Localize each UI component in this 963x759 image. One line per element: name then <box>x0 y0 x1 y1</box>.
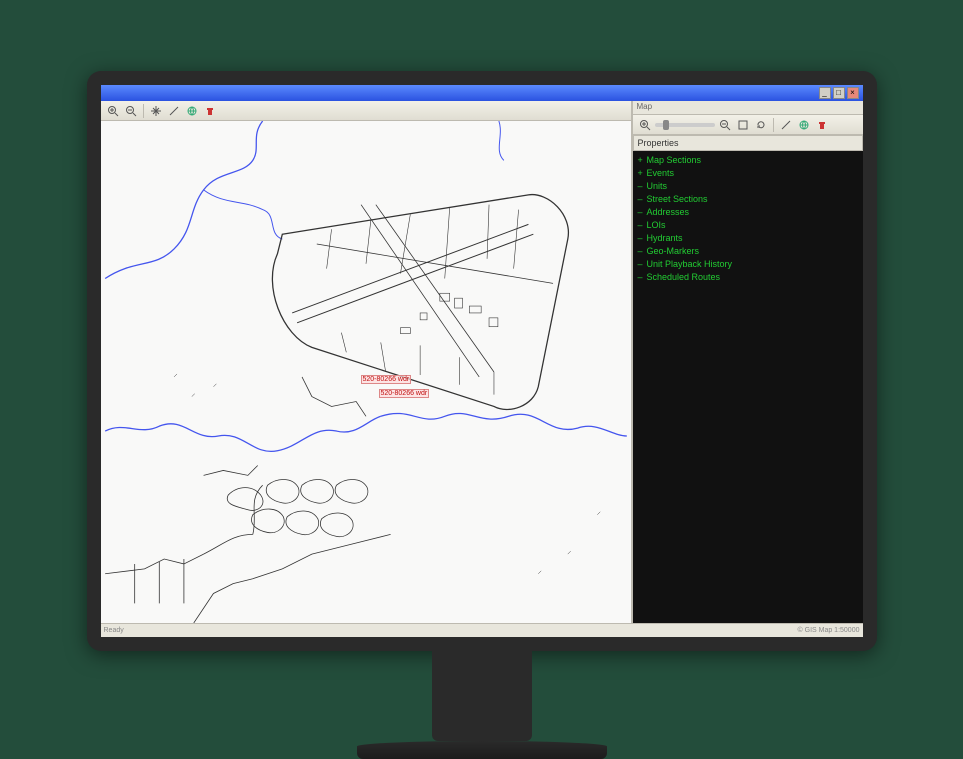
map-svg <box>101 121 631 623</box>
zoom-in-button[interactable] <box>637 117 653 133</box>
tree-item-label: Events <box>647 168 675 178</box>
tree-item-label: Addresses <box>647 207 690 217</box>
tree-item-label: Scheduled Routes <box>647 272 721 282</box>
toolbar-separator <box>143 104 144 118</box>
zoom-in-button[interactable] <box>105 103 121 119</box>
tree-item[interactable]: –Hydrants <box>638 232 858 245</box>
map-label: 520-80266 wdr <box>361 375 412 384</box>
refresh-button[interactable] <box>753 117 769 133</box>
tree-item[interactable]: –Street Sections <box>638 193 858 206</box>
status-text-left: Ready <box>104 627 124 634</box>
tree-item-label: Hydrants <box>647 233 683 243</box>
tree-item[interactable]: –Geo-Markers <box>638 245 858 258</box>
tree-item-label: Map Sections <box>647 155 702 165</box>
pan-button[interactable] <box>148 103 164 119</box>
status-text-right: © GIS Map 1:50000 <box>798 627 860 634</box>
tree-item-label: Street Sections <box>647 194 708 204</box>
tree-item[interactable]: –Units <box>638 180 858 193</box>
hydrant-button[interactable] <box>814 117 830 133</box>
tree-item-label: LOIs <box>647 220 666 230</box>
monitor-base <box>357 741 607 759</box>
tree-item[interactable]: –LOIs <box>638 219 858 232</box>
globe-button[interactable] <box>184 103 200 119</box>
monitor-frame: _ □ × <box>87 71 877 651</box>
hydrant-button[interactable] <box>202 103 218 119</box>
draw-line-button[interactable] <box>166 103 182 119</box>
globe-button[interactable] <box>796 117 812 133</box>
minimize-button[interactable]: _ <box>819 87 831 99</box>
tree-item-label: Geo-Markers <box>647 246 700 256</box>
tree-item[interactable]: –Scheduled Routes <box>638 271 858 284</box>
maximize-button[interactable]: □ <box>833 87 845 99</box>
select-button[interactable] <box>735 117 751 133</box>
close-button[interactable]: × <box>847 87 859 99</box>
side-toolbar <box>633 115 863 135</box>
map-label: 520-80266 wdr <box>379 389 430 398</box>
titlebar: _ □ × <box>101 85 863 101</box>
map-viewport[interactable]: 520-80266 wdr 520-80266 wdr <box>101 121 631 623</box>
app-window: _ □ × <box>101 85 863 637</box>
properties-header: Properties <box>633 135 863 151</box>
properties-tree: +Map Sections +Events –Units –Street Sec… <box>633 151 863 623</box>
zoom-out-button[interactable] <box>717 117 733 133</box>
toolbar-separator <box>773 118 774 132</box>
map-toolbar <box>101 101 631 121</box>
tree-item[interactable]: +Events <box>638 167 858 180</box>
status-bar: Ready © GIS Map 1:50000 <box>101 623 863 637</box>
tree-item[interactable]: +Map Sections <box>638 154 858 167</box>
tree-item[interactable]: –Addresses <box>638 206 858 219</box>
tree-item-label: Unit Playback History <box>647 259 733 269</box>
draw-line-button[interactable] <box>778 117 794 133</box>
side-panel: Map Properties +Map Sections +Events <box>633 101 863 623</box>
map-panel: 520-80266 wdr 520-80266 wdr <box>101 101 633 623</box>
tree-item-label: Units <box>647 181 668 191</box>
zoom-out-button[interactable] <box>123 103 139 119</box>
side-panel-tab[interactable]: Map <box>633 101 863 115</box>
tree-item[interactable]: –Unit Playback History <box>638 258 858 271</box>
content-row: 520-80266 wdr 520-80266 wdr Map <box>101 101 863 623</box>
zoom-slider[interactable] <box>655 123 715 127</box>
